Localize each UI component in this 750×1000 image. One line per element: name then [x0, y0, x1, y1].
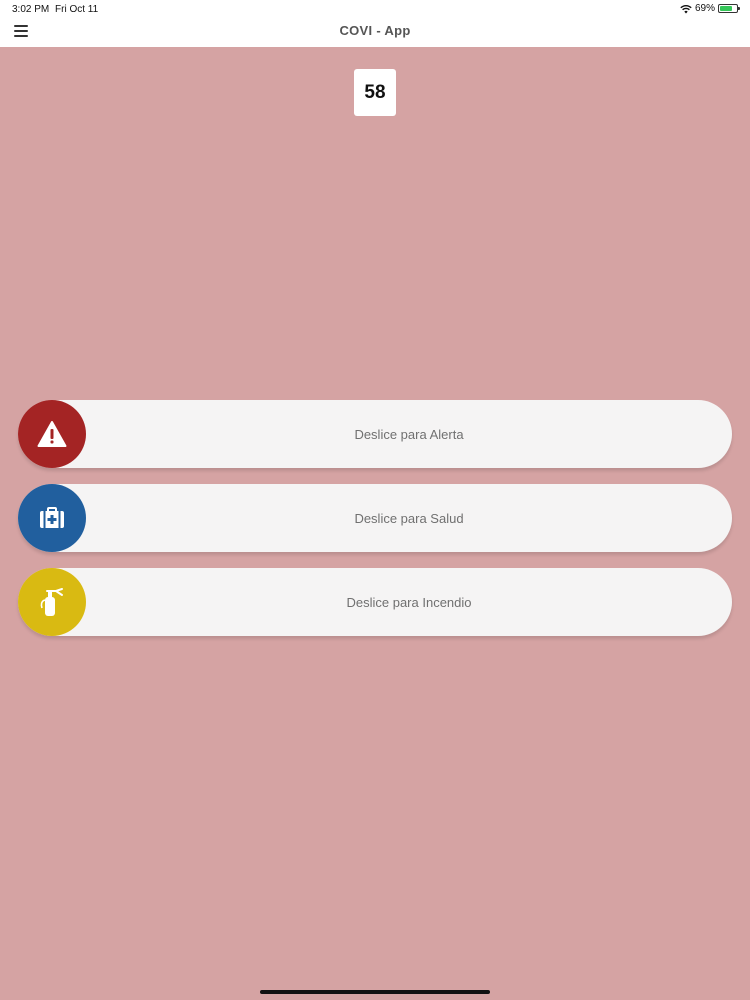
nav-bar: COVI - App — [0, 18, 750, 47]
warning-triangle-icon — [37, 421, 67, 447]
slider-label-alerta: Deslice para Alerta — [354, 426, 464, 442]
battery-fill — [720, 6, 732, 11]
first-aid-kit-icon — [40, 507, 64, 528]
slider-knob-incendio[interactable] — [18, 568, 86, 636]
slider-incendio[interactable]: Deslice para Incendio — [18, 568, 732, 636]
slider-label-incendio: Deslice para Incendio — [346, 594, 472, 610]
wifi-icon — [680, 4, 692, 13]
home-indicator — [260, 990, 490, 994]
status-right: 69% — [680, 3, 740, 14]
slider-knob-alerta[interactable] — [18, 400, 86, 468]
status-date: Fri Oct 11 — [55, 4, 99, 15]
battery-icon — [718, 4, 740, 13]
fire-extinguisher-icon — [40, 588, 63, 616]
battery-percent: 69% — [694, 3, 715, 14]
top-bar: 3:02 PM Fri Oct 11 69% COVI - App — [0, 0, 750, 47]
slider-knob-salud[interactable] — [18, 484, 86, 552]
slider-salud[interactable]: Deslice para Salud — [18, 484, 732, 552]
status-bar: 3:02 PM Fri Oct 11 69% — [0, 0, 750, 18]
counter-badge: 58 — [354, 69, 396, 116]
page-title: COVI - App — [339, 23, 411, 38]
slider-alerta[interactable]: Deslice para Alerta — [18, 400, 732, 468]
status-time: 3:02 PM — [12, 4, 50, 15]
slider-label-salud: Deslice para Salud — [354, 510, 464, 526]
